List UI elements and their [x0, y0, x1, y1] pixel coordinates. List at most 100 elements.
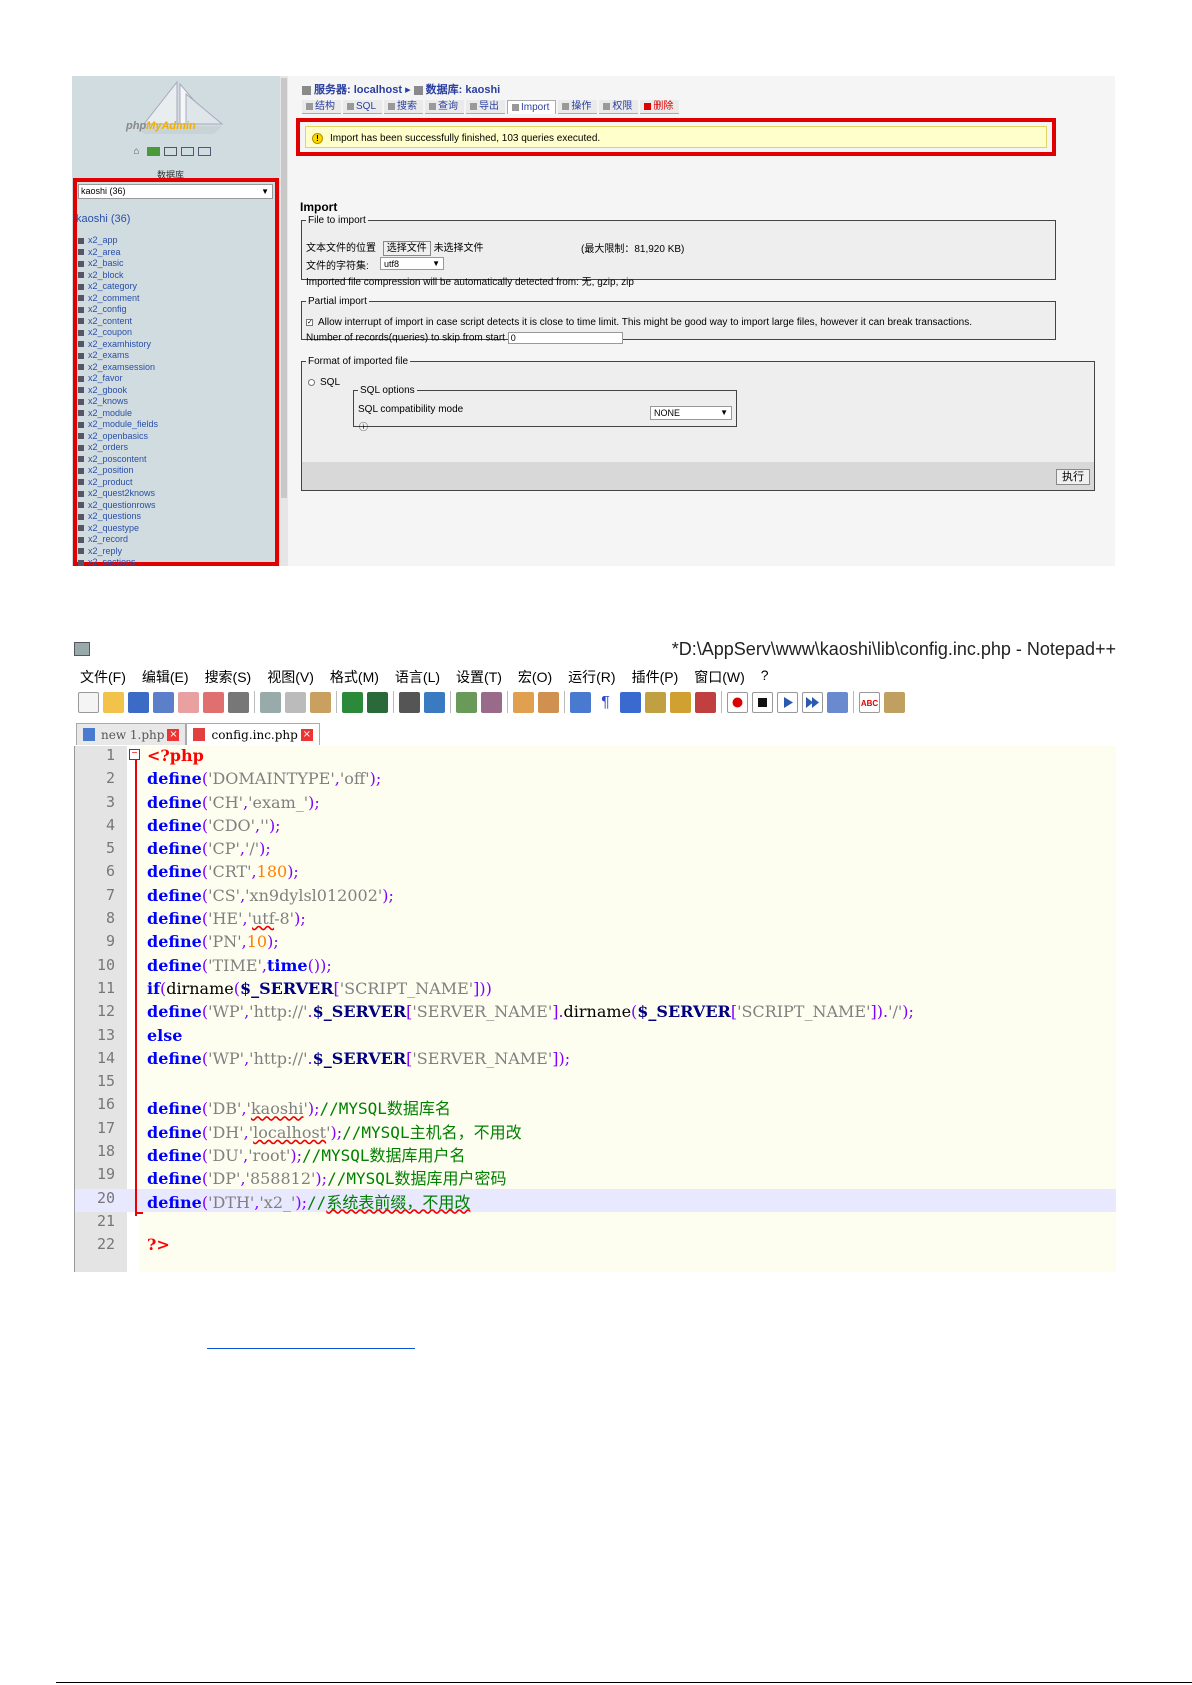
table-name[interactable]: x2_exams	[88, 350, 129, 360]
skip-records-input[interactable]: 0	[507, 332, 623, 344]
sql-format-radio[interactable]	[308, 378, 315, 386]
doc-map-icon[interactable]	[670, 691, 691, 713]
redo-icon[interactable]	[367, 691, 388, 713]
table-list-item[interactable]: x2_comment	[78, 293, 158, 305]
menu-item[interactable]: 设置(T)	[456, 667, 502, 687]
play-macro-icon[interactable]	[777, 691, 798, 713]
run-macro-multiple-icon[interactable]	[802, 691, 823, 713]
pma-tab[interactable]: 查询	[425, 100, 465, 114]
function-list-icon[interactable]	[695, 691, 716, 713]
cut-icon[interactable]	[260, 691, 281, 713]
table-icon[interactable]	[78, 559, 84, 566]
menu-item[interactable]: 搜索(S)	[205, 667, 252, 687]
table-icon[interactable]	[78, 272, 84, 279]
table-name[interactable]: x2_reply	[88, 546, 122, 556]
table-icon[interactable]	[78, 249, 84, 256]
table-icon[interactable]	[78, 295, 84, 302]
table-name[interactable]: x2_examhistory	[88, 339, 151, 349]
table-name[interactable]: x2_record	[88, 534, 128, 544]
table-icon[interactable]	[78, 421, 84, 428]
help-icon[interactable]: ⓘ	[359, 420, 368, 433]
pma-tab[interactable]: 搜索	[384, 100, 424, 114]
file-tab[interactable]: new 1.php ×	[76, 723, 187, 745]
hyperlink-underline[interactable]	[207, 1348, 415, 1349]
table-name[interactable]: x2_app	[88, 235, 118, 245]
table-icon[interactable]	[78, 318, 84, 325]
table-list-item[interactable]: x2_openbasics	[78, 431, 158, 443]
word-wrap-icon[interactable]	[570, 691, 591, 713]
menu-item[interactable]: 插件(P)	[632, 667, 679, 687]
table-name[interactable]: x2_content	[88, 316, 132, 326]
replace-icon[interactable]	[424, 691, 445, 713]
table-icon[interactable]	[78, 525, 84, 532]
table-list-item[interactable]: x2_block	[78, 270, 158, 282]
table-list-item[interactable]: x2_reply	[78, 546, 158, 558]
spell-check-options-icon[interactable]	[884, 691, 905, 713]
menu-item[interactable]: 文件(F)	[80, 667, 126, 687]
table-list-item[interactable]: x2_coupon	[78, 327, 158, 339]
table-icon[interactable]	[78, 283, 84, 290]
table-name[interactable]: x2_coupon	[88, 327, 132, 337]
table-icon[interactable]	[78, 479, 84, 486]
table-icon[interactable]	[78, 352, 84, 359]
zoom-out-icon[interactable]	[481, 691, 502, 713]
fold-toggle-icon[interactable]: −	[129, 749, 140, 760]
table-list-item[interactable]: x2_module	[78, 408, 158, 420]
table-list-item[interactable]: x2_examhistory	[78, 339, 158, 351]
save-macro-icon[interactable]	[827, 691, 848, 713]
table-name[interactable]: x2_orders	[88, 442, 128, 452]
menu-item[interactable]: 宏(O)	[518, 667, 552, 687]
table-name[interactable]: x2_examsession	[88, 362, 155, 372]
table-icon[interactable]	[78, 260, 84, 267]
table-icon[interactable]	[78, 513, 84, 520]
table-list-item[interactable]: x2_knows	[78, 396, 158, 408]
menu-item[interactable]: 语言(L)	[395, 667, 440, 687]
table-icon[interactable]	[78, 490, 84, 497]
table-list-item[interactable]: x2_content	[78, 316, 158, 328]
table-icon[interactable]	[78, 444, 84, 451]
table-list-item[interactable]: x2_questions	[78, 511, 158, 523]
close-all-icon[interactable]	[203, 691, 224, 713]
table-icon[interactable]	[78, 375, 84, 382]
table-list-item[interactable]: x2_sections	[78, 557, 158, 566]
charset-select[interactable]: utf8 ▼	[380, 257, 444, 270]
table-icon[interactable]	[78, 387, 84, 394]
save-all-icon[interactable]	[153, 691, 174, 713]
table-icon[interactable]	[78, 364, 84, 371]
save-icon[interactable]	[128, 691, 149, 713]
table-name[interactable]: x2_basic	[88, 258, 124, 268]
database-title-link[interactable]: kaoshi (36)	[76, 213, 130, 225]
table-list-item[interactable]: x2_orders	[78, 442, 158, 454]
close-icon[interactable]	[178, 691, 199, 713]
pma-tab[interactable]: 导出	[466, 100, 506, 114]
close-tab-icon[interactable]: ×	[167, 728, 180, 741]
sql-docs-icon[interactable]	[198, 147, 211, 156]
copy-icon[interactable]	[285, 691, 306, 713]
allow-interrupt-checkbox[interactable]: ✓	[306, 318, 313, 326]
menu-item[interactable]: ?	[761, 667, 769, 687]
table-list-item[interactable]: x2_gbook	[78, 385, 158, 397]
table-icon[interactable]	[78, 306, 84, 313]
breadcrumb-database[interactable]: 数据库: kaoshi	[426, 84, 501, 96]
pma-tab[interactable]: 权限	[599, 100, 639, 114]
table-name[interactable]: x2_knows	[88, 396, 128, 406]
table-name[interactable]: x2_area	[88, 247, 121, 257]
sync-vertical-icon[interactable]	[513, 691, 534, 713]
file-tab[interactable]: config.inc.php ×	[186, 723, 320, 745]
table-list-item[interactable]: x2_exams	[78, 350, 158, 362]
find-icon[interactable]	[399, 691, 420, 713]
menu-item[interactable]: 运行(R)	[568, 667, 615, 687]
undo-icon[interactable]	[342, 691, 363, 713]
table-name[interactable]: x2_product	[88, 477, 133, 487]
sync-horizontal-icon[interactable]	[538, 691, 559, 713]
menu-item[interactable]: 格式(M)	[330, 667, 379, 687]
table-name[interactable]: x2_position	[88, 465, 134, 475]
table-name[interactable]: x2_module	[88, 408, 132, 418]
table-list-item[interactable]: x2_category	[78, 281, 158, 293]
table-icon[interactable]	[78, 548, 84, 555]
table-icon[interactable]	[78, 433, 84, 440]
breadcrumb-server[interactable]: 服务器: localhost	[314, 84, 402, 96]
code-editor[interactable]: 1 <?php 2 define('DOMAINTYPE','off'); 3 def…	[74, 746, 1116, 1272]
udl-icon[interactable]	[645, 691, 666, 713]
print-icon[interactable]	[228, 691, 249, 713]
